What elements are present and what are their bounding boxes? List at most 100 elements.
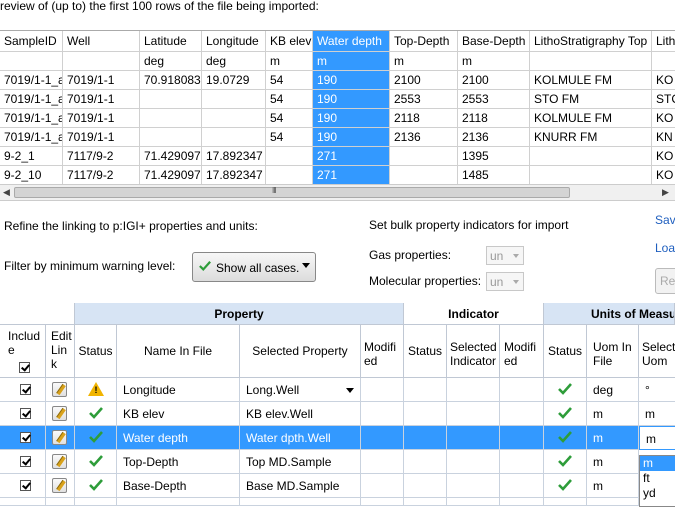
preview-cell: 190 bbox=[313, 90, 390, 109]
name-in-file-cell: Longitude bbox=[117, 378, 240, 402]
property-mapping-grid[interactable]: Property Indicator Units of Measur Inclu… bbox=[0, 303, 675, 507]
status-column-header[interactable]: Status bbox=[75, 325, 117, 378]
include-cell[interactable] bbox=[0, 426, 46, 450]
preview-unit-cell: m bbox=[390, 52, 458, 71]
edit-pencil-icon[interactable] bbox=[52, 454, 67, 469]
preview-cell: KOLMULE FM bbox=[530, 71, 652, 90]
selected-indicator-cell[interactable] bbox=[447, 402, 500, 426]
preview-cell bbox=[202, 128, 266, 147]
selected-property-cell[interactable]: Long.Well bbox=[240, 378, 361, 402]
include-checkbox[interactable] bbox=[20, 408, 31, 419]
scroll-left-arrow-icon[interactable]: ◀ bbox=[3, 187, 10, 198]
preview-column-header[interactable]: Lith bbox=[652, 31, 675, 52]
edit-pencil-icon[interactable] bbox=[52, 430, 67, 445]
preview-unit-cell bbox=[652, 52, 675, 71]
preview-column-header[interactable]: Well bbox=[63, 31, 140, 52]
uom-option[interactable]: ft bbox=[640, 471, 675, 486]
uom-in-file-column-header[interactable]: Uom In File bbox=[587, 325, 639, 378]
indicator-modified-column-header[interactable]: Modifi ed bbox=[500, 325, 544, 378]
preview-cell: 9-2_1 bbox=[0, 147, 63, 166]
preview-cell: 2553 bbox=[390, 90, 458, 109]
modified-header-label: Modifi ed bbox=[364, 340, 397, 368]
include-checkbox[interactable] bbox=[20, 384, 31, 395]
warning-level-dropdown[interactable]: Show all cases. bbox=[192, 252, 316, 282]
preview-column-header[interactable]: SampleID bbox=[0, 31, 63, 52]
preview-cell: KO bbox=[652, 71, 675, 90]
edit-cell[interactable] bbox=[46, 474, 75, 498]
preview-column-header[interactable]: Latitude bbox=[140, 31, 202, 52]
preview-column-header[interactable]: KB elev bbox=[266, 31, 313, 52]
reset-button[interactable]: Res bbox=[655, 268, 675, 294]
preview-column-header[interactable]: Top-Depth bbox=[390, 31, 458, 52]
preview-unit-cell: deg bbox=[202, 52, 266, 71]
bulk-title: Set bulk property indicators for import bbox=[369, 218, 569, 232]
selected-indicator-cell[interactable] bbox=[447, 426, 500, 450]
preview-column-header[interactable]: LithoStratigraphy Top bbox=[530, 31, 652, 52]
preview-column-header[interactable]: Water depth bbox=[313, 31, 390, 52]
selected-uom-column-header[interactable]: Selecte Uom bbox=[639, 325, 675, 378]
edit-cell[interactable] bbox=[46, 378, 75, 402]
selected-indicator-column-header[interactable]: Selected Indicator bbox=[447, 325, 500, 378]
include-all-checkbox[interactable] bbox=[19, 362, 30, 373]
indicator-status-column-header[interactable]: Status bbox=[404, 325, 447, 378]
selected-indicator-cell[interactable] bbox=[447, 474, 500, 498]
preview-column-header[interactable]: Base-Depth bbox=[458, 31, 530, 52]
selected-property-cell[interactable]: KB elev.Well bbox=[240, 402, 361, 426]
gas-indicator-value: un bbox=[490, 249, 504, 263]
preview-cell: 271 bbox=[313, 147, 390, 166]
include-checkbox[interactable] bbox=[20, 432, 31, 443]
uom-status-column-header[interactable]: Status bbox=[544, 325, 587, 378]
selected-property-column-header[interactable]: Selected Property bbox=[240, 325, 361, 378]
preview-column-header[interactable]: Longitude bbox=[202, 31, 266, 52]
indicator-modified-cell bbox=[500, 402, 544, 426]
chevron-down-icon bbox=[513, 280, 519, 284]
uom-options-popup[interactable]: m ft yd bbox=[639, 455, 675, 507]
selected-property-cell-text: KB elev.Well bbox=[246, 407, 313, 421]
partial-row-cell bbox=[0, 498, 46, 506]
selected-uom-cell[interactable]: ° bbox=[639, 378, 675, 402]
selected-uom-cell[interactable]: m bbox=[639, 402, 675, 426]
name-in-file-column-header[interactable]: Name In File bbox=[117, 325, 240, 378]
selected-property-cell[interactable]: Base MD.Sample bbox=[240, 474, 361, 498]
selected-property-cell[interactable]: Water dpth.Well bbox=[240, 426, 361, 450]
partial-row-cell bbox=[500, 498, 544, 506]
uom-option[interactable]: m bbox=[640, 456, 675, 471]
load-link[interactable]: Loa bbox=[655, 241, 675, 255]
check-icon bbox=[558, 455, 572, 467]
chevron-down-icon[interactable] bbox=[346, 388, 354, 393]
edit-cell[interactable] bbox=[46, 402, 75, 426]
uom-in-file-cell-text: m bbox=[593, 431, 603, 445]
selected-property-cell[interactable]: Top MD.Sample bbox=[240, 450, 361, 474]
preview-cell: STO FM bbox=[530, 90, 652, 109]
edit-cell[interactable] bbox=[46, 426, 75, 450]
molecular-indicator-combo[interactable]: un bbox=[486, 272, 524, 291]
selected-indicator-cell[interactable] bbox=[447, 450, 500, 474]
selected-indicator-cell[interactable] bbox=[447, 378, 500, 402]
status-cell: ! bbox=[75, 378, 117, 402]
scroll-right-arrow-icon[interactable]: ▶ bbox=[662, 187, 669, 198]
import-preview-grid[interactable]: SampleID Well Latitude Longitude KB elev Wate… bbox=[0, 30, 675, 185]
include-column-header[interactable]: Includ e bbox=[0, 325, 46, 378]
include-cell[interactable] bbox=[0, 378, 46, 402]
modified-column-header[interactable]: Modifi ed bbox=[361, 325, 404, 378]
uom-option[interactable]: yd bbox=[640, 486, 675, 501]
edit-column-header[interactable]: Edit Lin k bbox=[46, 325, 75, 378]
indicator-modified-cell bbox=[500, 450, 544, 474]
include-cell[interactable] bbox=[0, 474, 46, 498]
save-link[interactable]: Sav bbox=[655, 213, 675, 227]
selected-uom-cell[interactable]: m bbox=[639, 426, 675, 450]
scroll-thumb[interactable] bbox=[14, 187, 570, 198]
selected-property-cell-text: Top MD.Sample bbox=[246, 455, 332, 469]
include-checkbox[interactable] bbox=[20, 456, 31, 467]
edit-pencil-icon[interactable] bbox=[52, 478, 67, 493]
include-cell[interactable] bbox=[0, 402, 46, 426]
edit-cell[interactable] bbox=[46, 450, 75, 474]
edit-pencil-icon[interactable] bbox=[52, 406, 67, 421]
name-in-file-cell-text: Water depth bbox=[123, 431, 188, 445]
preview-horizontal-scrollbar[interactable]: ◀ III ▶ bbox=[0, 184, 675, 201]
include-cell[interactable] bbox=[0, 450, 46, 474]
warning-exclamation: ! bbox=[94, 385, 98, 395]
edit-pencil-icon[interactable] bbox=[52, 382, 67, 397]
include-checkbox[interactable] bbox=[20, 480, 31, 491]
gas-indicator-combo[interactable]: un bbox=[486, 246, 524, 265]
